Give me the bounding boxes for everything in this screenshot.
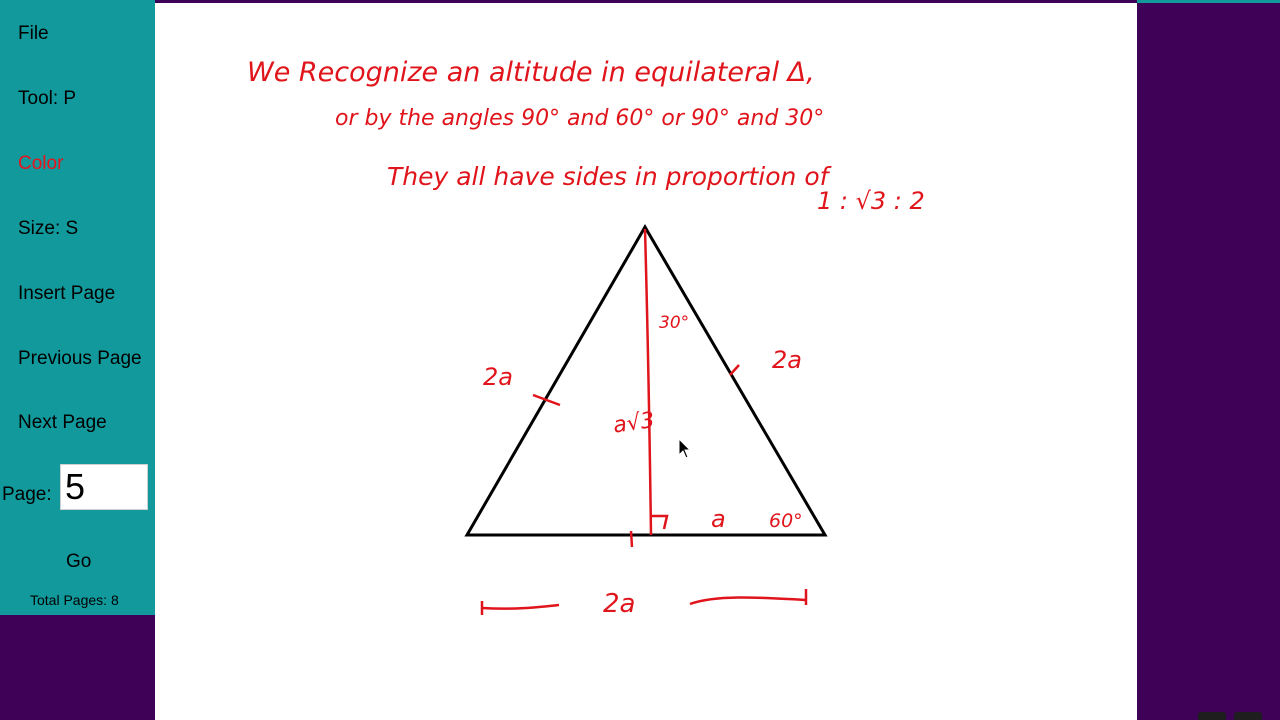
left-side-label: 2a	[483, 363, 513, 391]
pause-icon[interactable]	[1198, 712, 1226, 720]
mouse-cursor-icon	[678, 437, 692, 459]
right-side-label: 2a	[772, 346, 802, 374]
right-strip-accent	[1137, 0, 1280, 3]
altitude-line	[643, 228, 653, 536]
size-button[interactable]: Size: S	[18, 218, 78, 240]
insert-page-button[interactable]: Insert Page	[18, 283, 115, 305]
file-menu-button[interactable]: File	[18, 23, 49, 45]
go-button[interactable]: Go	[66, 551, 91, 573]
page-number-input[interactable]	[60, 464, 148, 510]
base-dimension-label: 2a	[603, 589, 635, 619]
sidebar: File Tool: P Color Size: S Insert Page P…	[0, 0, 155, 615]
note-line-3: They all have sides in proportion of	[387, 162, 832, 191]
base-dimension-left-line	[481, 603, 560, 610]
top-angle-label: 30°	[659, 313, 689, 333]
page-number-label: Page:	[2, 484, 52, 505]
ratio-note: 1 : √3 : 2	[817, 187, 925, 215]
right-angle-mark	[652, 514, 669, 530]
right-side-tick	[729, 364, 740, 376]
previous-page-button[interactable]: Previous Page	[18, 348, 142, 370]
base-dimension-right-line	[689, 596, 807, 606]
base-midpoint-tick	[629, 530, 634, 548]
corner-controls	[1196, 712, 1280, 720]
total-pages-label: Total Pages: 8	[30, 592, 119, 608]
drawing-canvas[interactable]: We Recognize an altitude in equilateral …	[155, 3, 1137, 720]
drawing-surface: We Recognize an altitude in equilateral …	[247, 57, 925, 619]
next-page-button[interactable]: Next Page	[18, 412, 107, 434]
fullscreen-icon[interactable]	[1234, 712, 1262, 720]
tool-button[interactable]: Tool: P	[18, 88, 76, 110]
note-line-1: We Recognize an altitude in equilateral …	[247, 57, 815, 88]
bottom-angle-label: 60°	[769, 510, 803, 532]
color-button[interactable]: Color	[18, 153, 63, 175]
half-base-label: a	[711, 505, 726, 533]
note-line-2: or by the angles 90° and 60° or 90° and …	[335, 106, 824, 131]
